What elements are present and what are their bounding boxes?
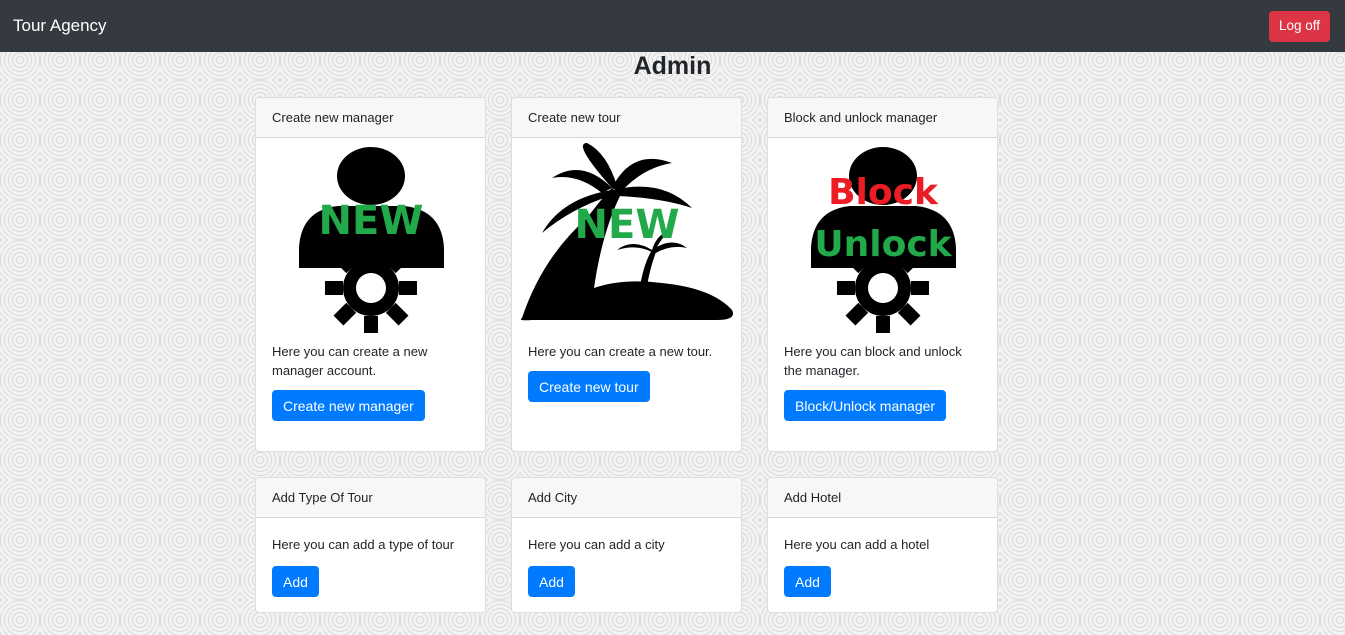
page-title: Admin [633, 52, 712, 80]
card-create-manager: Create new manager NEW Here you can crea… [255, 97, 486, 452]
add-type-of-tour-button[interactable]: Add [272, 566, 319, 597]
card-add-hotel: Add Hotel Here you can add a hotel Add [767, 477, 998, 613]
card-header: Add Type Of Tour [256, 478, 485, 518]
badge-new-text: NEW [319, 198, 424, 244]
new-manager-icon: NEW [299, 147, 444, 333]
card-add-city: Add City Here you can add a city Add [511, 477, 742, 613]
card-text: Here you can add a hotel [784, 537, 930, 552]
block-unlock-button[interactable]: Block/Unlock manager [784, 390, 947, 421]
add-city-button[interactable]: Add [528, 566, 575, 597]
card-block-manager: Block and unlock manager Block Unlock He… [767, 97, 998, 452]
badge-block-text: Block [828, 172, 939, 213]
badge-unlock-text: Unlock [814, 224, 952, 265]
create-tour-button[interactable]: Create new tour [528, 371, 650, 402]
new-tour-palm-icon: NEW [520, 143, 733, 321]
card-add-type-of-tour: Add Type Of Tour Here you can add a type… [255, 477, 486, 613]
brand-link[interactable]: Tour Agency [13, 16, 107, 36]
block-unlock-manager-icon: Block Unlock [811, 147, 956, 333]
card-header: Add City [512, 478, 741, 518]
card-text: Here you can add a type of tour [272, 537, 455, 552]
card-header: Create new manager [256, 98, 485, 138]
create-manager-button[interactable]: Create new manager [272, 390, 425, 421]
card-header: Add Hotel [768, 478, 997, 518]
add-hotel-button[interactable]: Add [784, 566, 831, 597]
logoff-button[interactable]: Log off [1268, 10, 1330, 42]
top-navbar: Tour Agency Log off [0, 0, 1345, 52]
card-create-tour: Create new tour NEW Here you can create … [511, 97, 742, 452]
card-header: Block and unlock manager [768, 98, 997, 138]
card-header: Create new tour [512, 98, 741, 138]
card-text: Here you can create a new tour. [528, 344, 713, 359]
badge-new-text: NEW [575, 202, 680, 248]
card-text: Here you can create a new manager accoun… [272, 344, 428, 378]
card-text: Here you can block and unlock the manage… [784, 344, 962, 378]
card-text: Here you can add a city [528, 537, 665, 552]
